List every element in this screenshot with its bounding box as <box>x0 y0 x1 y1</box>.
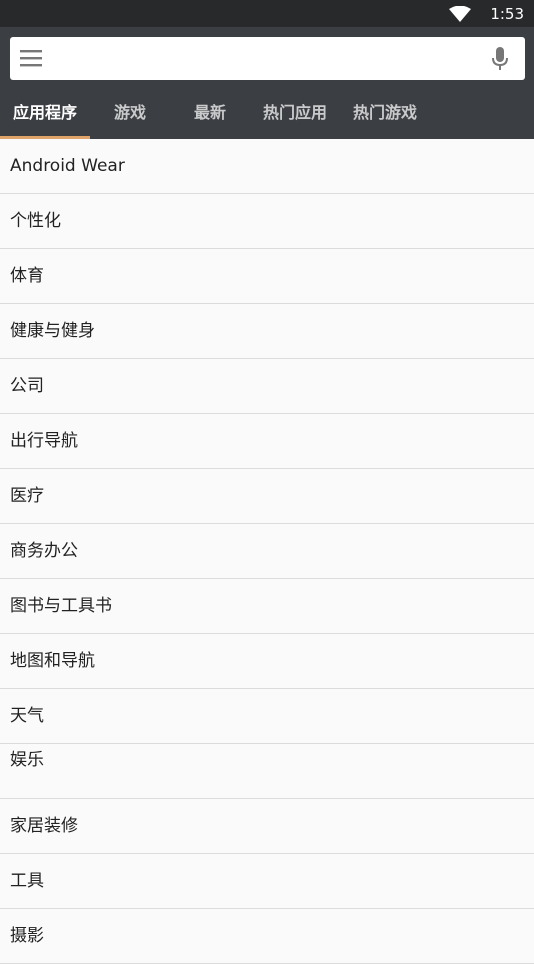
list-item-label: 图书与工具书 <box>10 596 112 616</box>
list-item[interactable]: 公司 <box>0 359 534 414</box>
list-item[interactable]: Android Wear <box>0 139 534 194</box>
app-toolbar: 应用程序 游戏 最新 热门应用 热门游戏 <box>0 27 534 139</box>
tab-apps[interactable]: 应用程序 <box>0 93 90 139</box>
list-item-label: 出行导航 <box>10 431 78 451</box>
list-item[interactable]: 工具 <box>0 854 534 909</box>
list-item-label: Android Wear <box>10 156 125 176</box>
list-item[interactable]: 健康与健身 <box>0 304 534 359</box>
list-item[interactable]: 医疗 <box>0 469 534 524</box>
status-bar: 1:53 <box>0 0 534 27</box>
list-item-label: 公司 <box>10 376 44 396</box>
list-item[interactable]: 娱乐 <box>0 744 534 799</box>
list-item-label: 健康与健身 <box>10 321 95 341</box>
menu-icon[interactable] <box>20 49 42 67</box>
list-item[interactable]: 摄影 <box>0 909 534 964</box>
list-item-label: 天气 <box>10 706 44 726</box>
list-item[interactable]: 家居装修 <box>0 799 534 854</box>
list-item[interactable]: 商务办公 <box>0 524 534 579</box>
mic-icon[interactable] <box>491 47 509 71</box>
wifi-icon <box>449 6 471 22</box>
list-item[interactable]: 体育 <box>0 249 534 304</box>
list-item-label: 工具 <box>10 871 44 891</box>
status-time: 1:53 <box>490 5 524 23</box>
list-item[interactable]: 地图和导航 <box>0 634 534 689</box>
category-list: Android Wear 个性化 体育 健康与健身 公司 出行导航 医疗 商务办… <box>0 139 534 964</box>
search-input[interactable] <box>58 37 482 82</box>
list-item-label: 体育 <box>10 266 44 286</box>
list-item[interactable]: 天气 <box>0 689 534 744</box>
list-item[interactable]: 出行导航 <box>0 414 534 469</box>
tab-label: 最新 <box>193 103 226 122</box>
tab-top-games[interactable]: 热门游戏 <box>340 93 430 139</box>
list-item-label: 地图和导航 <box>10 651 95 671</box>
list-item-label: 摄影 <box>10 926 44 946</box>
category-tabs: 应用程序 游戏 最新 热门应用 热门游戏 <box>0 93 534 139</box>
list-item-label: 医疗 <box>10 486 44 506</box>
tab-games[interactable]: 游戏 <box>90 93 170 139</box>
list-item[interactable]: 图书与工具书 <box>0 579 534 634</box>
tab-newest[interactable]: 最新 <box>170 93 250 139</box>
tab-label: 应用程序 <box>12 103 77 122</box>
tab-top-apps[interactable]: 热门应用 <box>250 93 340 139</box>
list-item-label: 娱乐 <box>10 750 44 770</box>
list-item-label: 个性化 <box>10 211 61 231</box>
tab-label: 游戏 <box>113 103 146 122</box>
tab-label: 热门游戏 <box>352 103 417 122</box>
tab-label: 热门应用 <box>262 103 327 122</box>
search-box[interactable] <box>10 37 525 82</box>
list-item[interactable]: 个性化 <box>0 194 534 249</box>
list-item-label: 家居装修 <box>10 816 78 836</box>
list-item-label: 商务办公 <box>10 541 78 561</box>
